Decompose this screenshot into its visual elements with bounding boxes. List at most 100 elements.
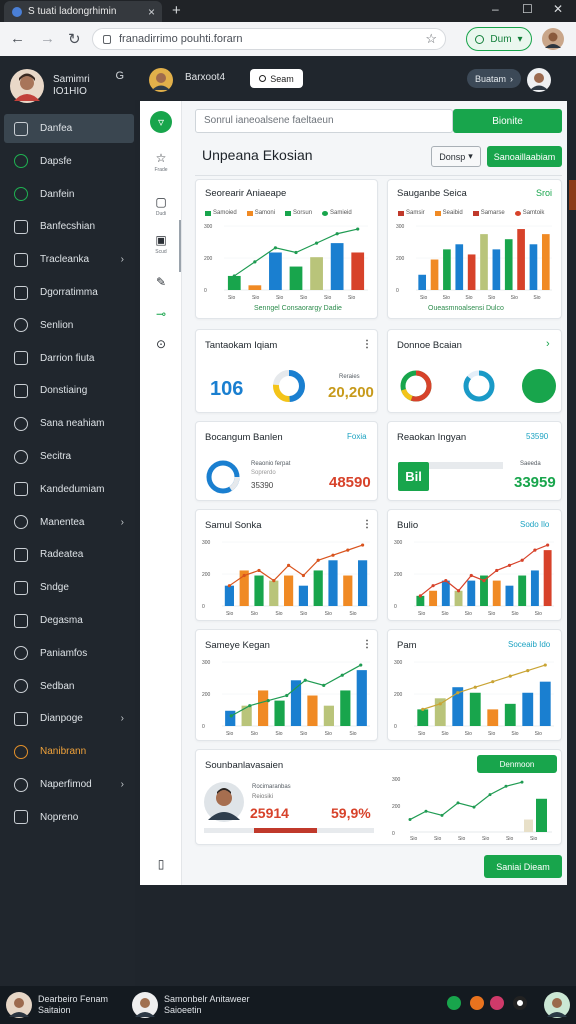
chart-card-3: Samul Sonka ⋮ 300 200 0 Sio Sio Sio Sio Sio Sio [195, 509, 378, 621]
rail-toggle[interactable]: ⊸ [150, 303, 172, 325]
sidebar-item-label: Donstiaing [40, 385, 88, 397]
notification-icon[interactable] [470, 996, 484, 1010]
rail-favorites[interactable]: ☆ Frade [150, 147, 172, 173]
sidebar-item[interactable]: Nanibrann [4, 737, 134, 766]
rail-money[interactable]: ⊙ [150, 333, 172, 355]
footer-avatar-3[interactable] [544, 992, 570, 1018]
url-input[interactable]: franadirrimo pouhti.forarn ☆ [92, 28, 446, 50]
rail-scan[interactable]: ▣ Scud [150, 229, 172, 255]
rail-home[interactable]: ▿ [150, 111, 172, 133]
sidebar-item[interactable]: Dianpoge › [4, 704, 134, 733]
chart-bar [529, 244, 538, 290]
rail-bottom[interactable]: ▯ [150, 853, 172, 875]
sidebar-item-label: Naperfimod [40, 779, 92, 790]
sidebar-item[interactable]: Darrion fiuta [4, 344, 134, 373]
tag-icon [14, 711, 28, 726]
more-icon[interactable]: ⋮ [362, 339, 372, 350]
message-icon[interactable] [490, 996, 504, 1010]
reload-icon[interactable]: ↻ [68, 30, 81, 48]
chart-bar [536, 798, 547, 832]
bookmark-star-icon[interactable]: ☆ [425, 31, 437, 47]
card-link[interactable]: Foxia [347, 432, 367, 441]
summary-action-button[interactable]: Denmoon [477, 755, 557, 773]
y-tick-label: 300 [396, 224, 405, 230]
maximize-icon[interactable]: ☐ [522, 2, 533, 16]
sidebar-item[interactable]: Danfea [4, 114, 134, 143]
header-avatar[interactable] [149, 68, 173, 92]
sidebar-item[interactable]: Paniamfos [4, 639, 134, 668]
chart-bar [467, 254, 476, 290]
sidebar-item[interactable]: Sedban [4, 672, 134, 701]
search-button[interactable]: Bionite [453, 109, 562, 133]
chart-bar [298, 585, 308, 606]
grid-icon [14, 252, 28, 267]
sidebar-item[interactable]: Naperfimod › [4, 770, 134, 799]
line-point [431, 584, 435, 588]
sidebar-item[interactable]: Banfecshian [4, 212, 134, 241]
chart-card-6: Pam Soceaib Ido 300 200 0 Sio Sio Sio Sio Sio Si… [387, 629, 562, 741]
chevron-right-icon[interactable]: › [546, 338, 550, 350]
footer-avatar-2[interactable] [132, 992, 158, 1018]
close-window-icon[interactable]: ✕ [553, 2, 563, 16]
browser-profile-avatar[interactable] [542, 28, 564, 50]
more-icon[interactable]: ⋮ [362, 519, 372, 530]
filter-dropdown-button[interactable]: Donsp ▾ [431, 146, 481, 167]
chevron-right-icon: › [120, 713, 124, 725]
footer-avatar-1[interactable] [6, 992, 32, 1018]
y-tick-label: 0 [396, 288, 399, 294]
rail-scrollbar[interactable] [179, 220, 181, 272]
header-action-pill[interactable]: Buatam › [467, 69, 521, 88]
sidebar-item[interactable]: Danfein [4, 180, 134, 209]
sidebar-item[interactable]: Dapsfe [4, 147, 134, 176]
minimize-icon[interactable]: – [492, 2, 499, 16]
sidebar-item[interactable]: Tracleanka › [4, 245, 134, 274]
header-avatar-right[interactable] [527, 68, 551, 92]
rail-edit[interactable]: ✎ [150, 271, 172, 293]
calendar-icon [14, 547, 28, 562]
settings-icon[interactable]: G [115, 70, 124, 82]
primary-action-button[interactable]: Sanoaillaabiam [487, 146, 562, 167]
sidebar-item[interactable]: Dgorratimma [4, 278, 134, 307]
card-link[interactable]: Soceaib Ido [508, 640, 550, 649]
record-icon[interactable] [513, 996, 527, 1010]
tab-close-icon[interactable]: × [148, 5, 155, 19]
header-pill-label: Buatam [474, 73, 507, 84]
legend-item: Samieid [322, 210, 352, 216]
forward-icon[interactable]: → [40, 30, 55, 47]
card-link[interactable]: Sroi [536, 188, 552, 198]
rail-documents[interactable]: ▢ Dudi [150, 191, 172, 217]
browser-tab[interactable]: S tuati ladongrhimin × [4, 1, 162, 22]
line-point [356, 227, 360, 231]
sidebar-item[interactable]: Senlion [4, 311, 134, 340]
new-tab-icon[interactable]: + [172, 2, 181, 19]
back-icon[interactable]: ← [10, 30, 25, 47]
more-icon[interactable]: ⋮ [362, 639, 372, 650]
extension-shield-icon: ▾ [517, 33, 523, 45]
sidebar-item[interactable]: Degasma [4, 606, 134, 635]
card-link[interactable]: 53590 [526, 432, 548, 441]
sidebar-item[interactable]: Manentea › [4, 508, 134, 537]
footer-user-2-sub: Saioeetin [164, 1005, 202, 1015]
sidebar-item[interactable]: Kandedumiam [4, 475, 134, 504]
sidebar-item[interactable]: Donstiaing [4, 376, 134, 405]
tools-icon [14, 482, 28, 497]
sidebar-item[interactable]: Nopreno [4, 803, 134, 832]
status-online-icon[interactable] [447, 996, 461, 1010]
chart-bar [543, 550, 552, 606]
chart-bar [492, 249, 501, 290]
sidebar-item[interactable]: Secitra [4, 442, 134, 471]
search-input[interactable]: Sonrul ianeoalsene faeltaeun [195, 109, 453, 133]
card-link[interactable]: Sodo Ilo [520, 520, 549, 529]
footer-user-2-name: Samonbelr Anitaweer [164, 994, 250, 1004]
sidebar-user[interactable]: Samimri IO1HIO G [10, 66, 130, 106]
sidebar-item-label: Sndge [40, 582, 69, 594]
extension-button[interactable]: Dum ▾ [466, 27, 532, 51]
sidebar-item[interactable]: Sndge [4, 573, 134, 602]
sidebar-item[interactable]: Sana neahiam [4, 409, 134, 438]
header-search-button[interactable]: Seam [250, 69, 303, 88]
x-tick-label: Sio [275, 611, 282, 617]
sidebar-item[interactable]: Radeatea [4, 540, 134, 569]
chart-bar [330, 243, 344, 290]
bottom-action-button[interactable]: Saniai Dieam [484, 855, 562, 878]
chart-bar [443, 249, 451, 290]
